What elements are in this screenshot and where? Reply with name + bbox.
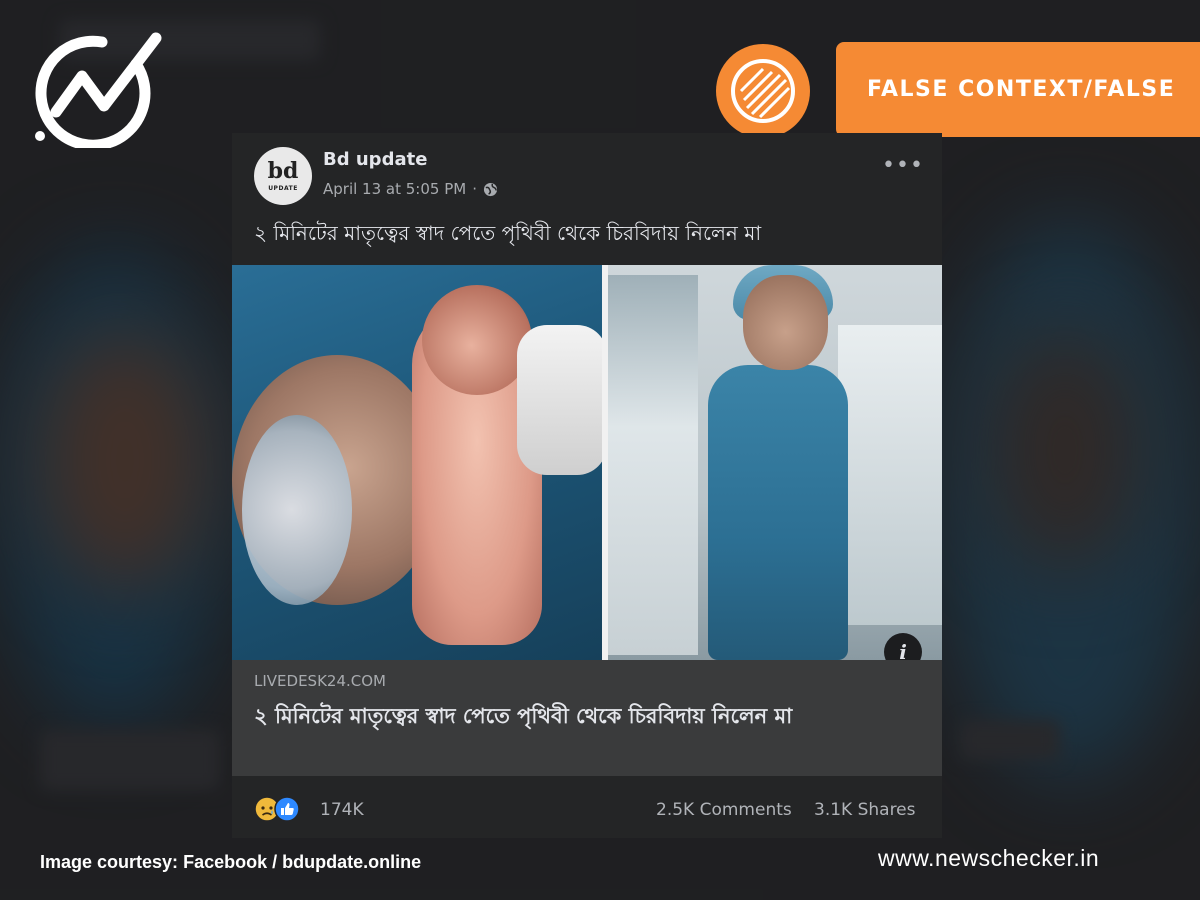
shares-count-link[interactable]: 3.1K Shares [814, 800, 916, 820]
credit-source: Facebook / bdupdate.online [183, 852, 422, 872]
page-name-link[interactable]: Bd update [323, 149, 427, 170]
facebook-post: bd UPDATE Bd update April 13 at 5:05 PM … [232, 133, 942, 838]
meta-separator: · [472, 180, 477, 198]
avatar[interactable]: bd UPDATE [254, 147, 312, 205]
link-domain: LIVEDESK24.COM [254, 672, 386, 690]
more-options-button[interactable]: ••• [882, 155, 924, 177]
like-reaction-icon [274, 796, 300, 822]
image-credit: Image courtesy: Facebook / bdupdate.onli… [40, 852, 421, 873]
globe-icon [483, 182, 498, 196]
avatar-tag: UPDATE [268, 185, 298, 192]
verdict-label: FALSE CONTEXT/FALSE [836, 42, 1200, 137]
post-timestamp[interactable]: April 13 at 5:05 PM [323, 180, 466, 198]
avatar-monogram: bd [267, 158, 299, 184]
reaction-icons[interactable] [254, 796, 314, 822]
link-title: ২ মিনিটের মাতৃত্বের স্বাদ পেতে পৃথিবী থে… [254, 704, 793, 728]
website-url: www.newschecker.in [878, 845, 1100, 871]
credit-label: Image courtesy: [40, 852, 179, 872]
post-text: ২ মিনিটের মাতৃত্বের স্বাদ পেতে পৃথিবী থে… [254, 221, 762, 245]
post-header: bd UPDATE Bd update April 13 at 5:05 PM … [232, 133, 942, 265]
newschecker-logo-icon [35, 32, 162, 148]
post-meta: April 13 at 5:05 PM · [323, 180, 498, 198]
comments-count-link[interactable]: 2.5K Comments [656, 800, 792, 820]
false-verdict-icon [716, 44, 810, 138]
post-image[interactable]: i [232, 265, 942, 660]
link-preview[interactable]: LIVEDESK24.COM ২ মিনিটের মাতৃত্বের স্বাদ… [232, 660, 942, 776]
doctor-photo [608, 265, 942, 660]
newborn-photo [232, 265, 607, 660]
reaction-count[interactable]: 174K [320, 800, 364, 820]
reactions-bar: 174K 2.5K Comments 3.1K Shares [232, 778, 942, 838]
